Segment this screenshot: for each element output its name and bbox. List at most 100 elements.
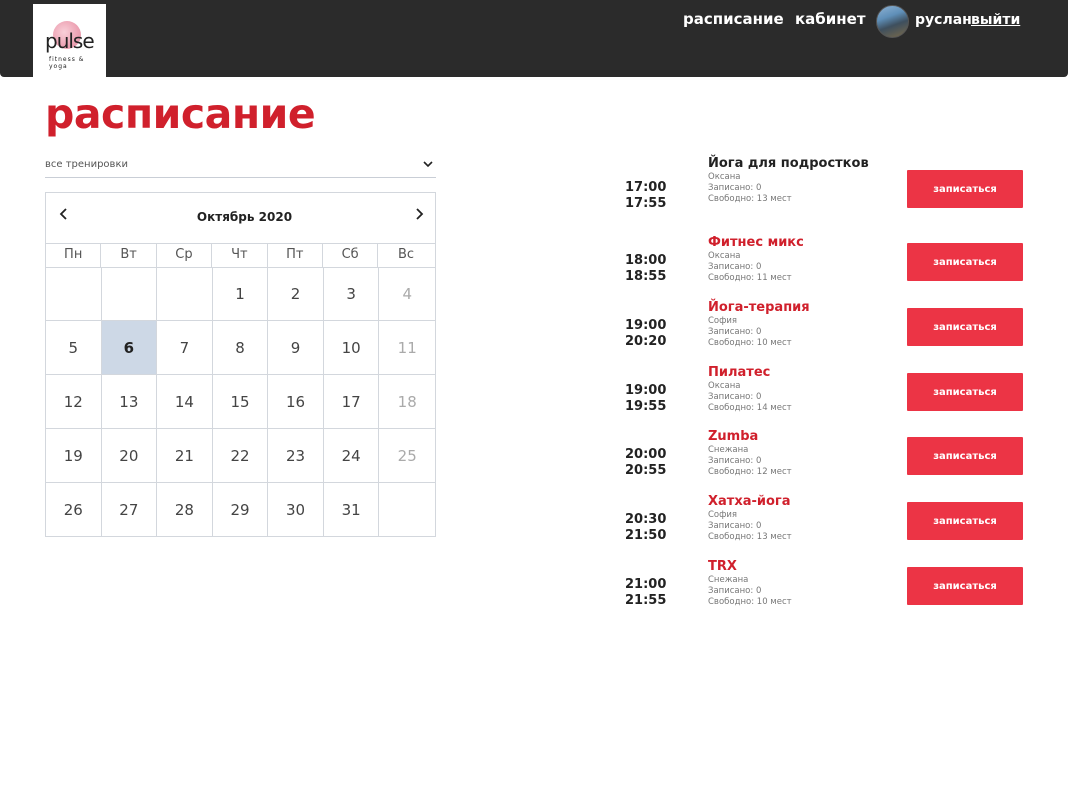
calendar-day[interactable]: 2 (268, 267, 324, 321)
class-trainer: Оксана (708, 381, 741, 391)
calendar-day[interactable]: 1 (212, 267, 269, 321)
class-end-time: 20:20 (625, 334, 667, 349)
book-class-button[interactable]: записаться (907, 170, 1023, 208)
calendar-day[interactable]: 9 (268, 321, 324, 375)
class-name[interactable]: Zumba (708, 429, 898, 445)
calendar-day[interactable]: 16 (268, 375, 324, 429)
calendar-day[interactable]: 22 (212, 429, 269, 483)
class-name[interactable]: Йога для подростков (708, 156, 898, 172)
class-info: Йога-терапия София Записано: 0 Свободно: 10… (708, 300, 898, 349)
calendar-day[interactable]: 17 (323, 375, 380, 429)
calendar-day[interactable]: 13 (101, 375, 158, 429)
class-end-time: 19:55 (625, 399, 667, 414)
calendar-days-grid: 1 2 3 4 5 6 7 8 9 10 11 12 13 14 15 16 17 18 19 20 21 22 23 24 2… (46, 267, 435, 537)
calendar-empty-cell (101, 267, 158, 321)
calendar-day[interactable]: 4 (379, 267, 435, 321)
calendar-day[interactable]: 30 (268, 483, 324, 537)
class-info: Йога для подростков Оксана Записано: 0 Своб… (708, 156, 898, 205)
class-booked-count: Записано: 0 (708, 262, 762, 272)
class-free-spots: Свободно: 11 мест (708, 273, 792, 283)
calendar-empty-cell (157, 267, 213, 321)
class-start-time: 18:00 (625, 253, 667, 268)
class-start-time: 20:00 (625, 447, 667, 462)
calendar-day[interactable]: 31 (324, 483, 380, 537)
calendar-day[interactable]: 21 (157, 429, 213, 483)
class-name[interactable]: Фитнес микс (708, 235, 898, 251)
calendar-day[interactable]: 11 (379, 321, 435, 375)
calendar: Октябрь 2020 Пн Вт Ср Чт Пт Сб Вс 123456… (45, 192, 436, 537)
class-booked-count: Записано: 0 (708, 586, 762, 596)
calendar-day[interactable]: 29 (213, 483, 269, 537)
chevron-right-icon[interactable] (411, 206, 427, 222)
calendar-day[interactable]: 8 (212, 321, 269, 375)
calendar-empty-cell (379, 483, 435, 537)
pulse-logo[interactable]: pulse fitness & yoga (33, 4, 106, 77)
calendar-day[interactable]: 12 (46, 375, 102, 429)
class-item: 17:00 17:55 Йога для подростков Оксана Запис… (600, 156, 1030, 240)
calendar-day[interactable]: 5 (46, 321, 102, 375)
class-end-time: 21:55 (625, 593, 667, 608)
calendar-weekdays: Пн Вт Ср Чт Пт Сб Вс (46, 243, 435, 268)
calendar-day[interactable]: 20 (101, 429, 158, 483)
book-class-button[interactable]: записаться (907, 437, 1023, 475)
calendar-day[interactable]: 24 (323, 429, 380, 483)
filter-selected-value: все тренировки (45, 159, 128, 170)
class-info: Фитнес микс Оксана Записано: 0 Свободно: 11… (708, 235, 898, 284)
class-name[interactable]: TRX (708, 559, 898, 575)
calendar-day[interactable]: 18 (379, 375, 435, 429)
weekday-label: Ср (157, 243, 213, 267)
user-name: руслан (915, 12, 972, 28)
training-filter-select[interactable]: все тренировки (45, 156, 436, 178)
weekday-label: Вс (398, 247, 415, 262)
book-class-button[interactable]: записаться (907, 373, 1023, 411)
nav-schedule-link[interactable]: расписание (683, 9, 784, 29)
class-end-time: 20:55 (625, 463, 667, 478)
class-trainer: Снежана (708, 445, 749, 455)
calendar-month-label: Октябрь 2020 (196, 210, 293, 224)
calendar-day[interactable]: 6 (101, 321, 158, 375)
class-trainer: София (708, 510, 738, 520)
class-free-spots: Свободно: 10 мест (708, 338, 792, 348)
class-trainer: София (708, 316, 738, 326)
page-title: расписание (45, 90, 316, 138)
calendar-day[interactable]: 10 (323, 321, 380, 375)
chevron-down-icon (423, 161, 433, 168)
logout-link[interactable]: выйти (971, 10, 1020, 30)
calendar-day[interactable]: 28 (157, 483, 213, 537)
class-name[interactable]: Йога-терапия (708, 300, 898, 316)
class-start-time: 19:00 (625, 383, 667, 398)
class-free-spots: Свободно: 10 мест (708, 597, 792, 607)
avatar[interactable] (876, 5, 909, 38)
class-booked-count: Записано: 0 (708, 521, 762, 531)
calendar-day[interactable]: 26 (46, 483, 102, 537)
calendar-day[interactable]: 25 (379, 429, 435, 483)
calendar-day[interactable]: 3 (323, 267, 380, 321)
weekday-label: Чт (212, 243, 268, 267)
class-info: Хатха-йога София Записано: 0 Свободно: 13 м… (708, 494, 898, 543)
book-class-button[interactable]: записаться (907, 567, 1023, 605)
calendar-day[interactable]: 27 (102, 483, 158, 537)
class-booked-count: Записано: 0 (708, 392, 762, 402)
calendar-day[interactable]: 14 (157, 375, 213, 429)
book-class-button[interactable]: записаться (907, 308, 1023, 346)
class-end-time: 17:55 (625, 196, 667, 211)
class-trainer: Оксана (708, 172, 741, 182)
calendar-day[interactable]: 7 (157, 321, 213, 375)
calendar-day[interactable]: 19 (46, 429, 102, 483)
class-info: TRX Снежана Записано: 0 Свободно: 10 мест (708, 559, 898, 608)
calendar-day[interactable]: 15 (212, 375, 269, 429)
weekday-label: Пн (46, 243, 102, 267)
class-item: 21:00 21:55 TRX Снежана Записано: 0 Свободно:… (600, 559, 1030, 637)
class-name[interactable]: Хатха-йога (708, 494, 898, 510)
class-booked-count: Записано: 0 (708, 456, 762, 466)
class-free-spots: Свободно: 13 мест (708, 532, 792, 542)
class-free-spots: Свободно: 12 мест (708, 467, 792, 477)
nav-cabinet-link[interactable]: кабинет (795, 9, 866, 29)
book-class-button[interactable]: записаться (907, 502, 1023, 540)
class-end-time: 21:50 (625, 528, 667, 543)
class-name[interactable]: Пилатес (708, 365, 898, 381)
calendar-day[interactable]: 23 (268, 429, 324, 483)
book-class-button[interactable]: записаться (907, 243, 1023, 281)
class-end-time: 18:55 (625, 269, 667, 284)
logo-text: pulse (45, 29, 95, 53)
